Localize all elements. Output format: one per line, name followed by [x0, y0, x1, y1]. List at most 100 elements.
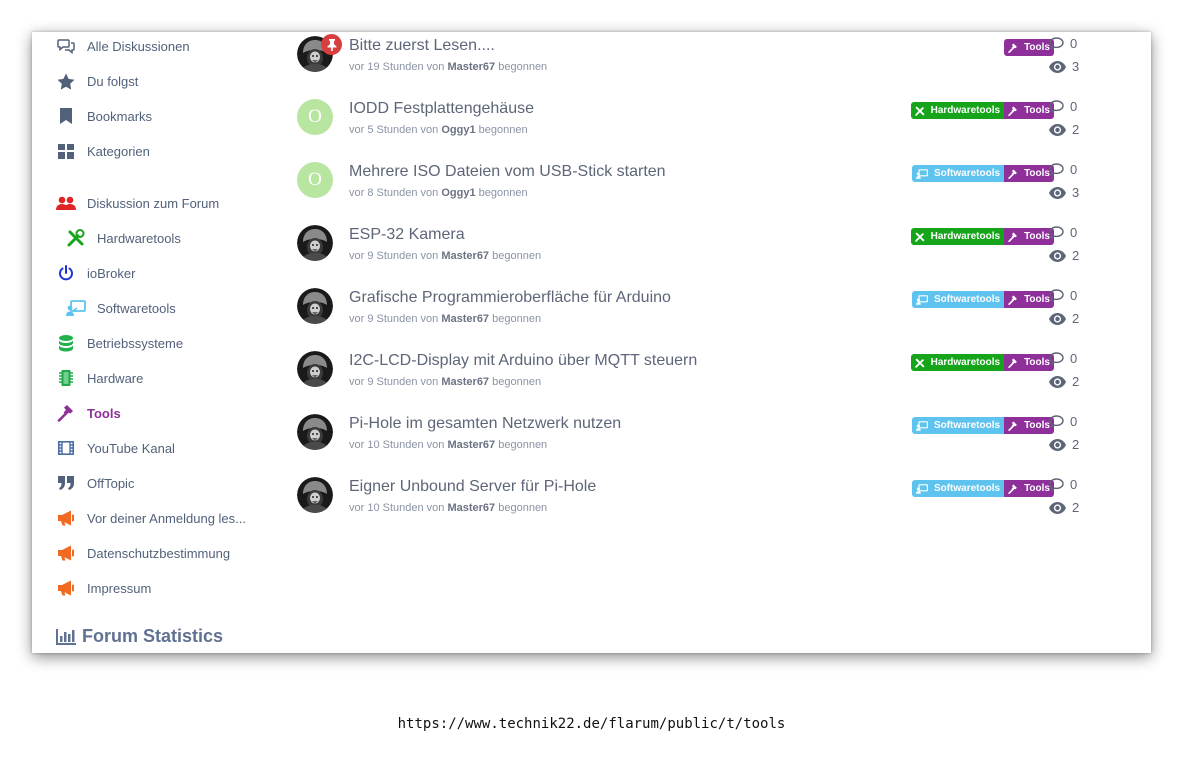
tag-tools[interactable]: Tools — [1004, 291, 1054, 308]
sidebar-item-all-discussions[interactable]: Alle Diskussionen — [56, 34, 190, 58]
discussion-item[interactable]: O Mehrere ISO Dateien vom USB-Stick start… — [297, 160, 1087, 206]
chalkboard-icon — [915, 483, 931, 494]
avatar[interactable] — [297, 351, 333, 387]
hammer-icon — [1008, 106, 1021, 116]
eye-icon — [1049, 501, 1066, 514]
tag-tools[interactable]: Tools — [1004, 228, 1054, 245]
sidebar-item-tools[interactable]: Tools — [56, 401, 121, 425]
avatar[interactable]: O — [297, 162, 333, 198]
pin-icon — [327, 38, 336, 51]
discussion-meta: vor 8 Stunden von Oggy1 begonnen — [349, 187, 528, 199]
tag-tools[interactable]: Tools — [1004, 480, 1054, 497]
author-name[interactable]: Master67 — [441, 313, 489, 325]
chalkboard-icon — [915, 420, 931, 431]
discussion-title[interactable]: Mehrere ISO Dateien vom USB-Stick starte… — [349, 163, 666, 181]
tag-softwaretools[interactable]: Softwaretools — [911, 291, 1005, 308]
avatar[interactable]: O — [297, 99, 333, 135]
discussion-title[interactable]: Eigner Unbound Server für Pi-Hole — [349, 478, 596, 496]
discussion-item[interactable]: O IODD Festplattengehäuse vor 5 Stunden vo… — [297, 97, 1087, 143]
tag-hardwaretools[interactable]: Hardwaretools — [910, 102, 1005, 119]
hammer-icon — [1008, 358, 1021, 368]
sidebar-item-softwaretools[interactable]: Softwaretools — [66, 296, 176, 320]
reply-count: 0 — [1049, 162, 1077, 177]
sidebar-item-privacy[interactable]: Datenschutzbestimmung — [56, 541, 230, 565]
comment-icon — [1049, 163, 1064, 176]
grid-icon — [56, 141, 76, 161]
sidebar-item-hardware[interactable]: Hardware — [56, 366, 143, 390]
eye-icon — [1049, 60, 1066, 73]
discussion-meta: vor 9 Stunden von Master67 begonnen — [349, 376, 542, 388]
sidebar-item-youtube[interactable]: YouTube Kanal — [56, 436, 175, 460]
tag-tools[interactable]: Tools — [1004, 354, 1054, 371]
comments-icon — [56, 36, 76, 56]
discussion-item[interactable]: ESP-32 Kamera vor 9 Stunden von Master67 … — [297, 223, 1087, 269]
sidebar-item-label: Tools — [87, 405, 121, 421]
chalkboard-icon — [66, 298, 86, 318]
sidebar-item-label: Du folgst — [87, 73, 139, 89]
tag-softwaretools[interactable]: Softwaretools — [911, 417, 1005, 434]
tag-list: Softwaretools Tools — [911, 291, 1054, 308]
discussion-title[interactable]: I2C-LCD-Display mit Arduino über MQTT st… — [349, 352, 697, 370]
sidebar-item-hardwaretools[interactable]: Hardwaretools — [66, 226, 181, 250]
tag-softwaretools[interactable]: Softwaretools — [911, 165, 1005, 182]
tools-icon — [914, 232, 928, 242]
tag-list: Softwaretools Tools — [911, 165, 1054, 182]
sidebar-item-categories[interactable]: Kategorien — [56, 139, 150, 163]
megaphone-icon — [56, 543, 76, 563]
sidebar-item-imprint[interactable]: Impressum — [56, 576, 151, 600]
author-name[interactable]: Master67 — [441, 250, 489, 262]
sidebar-item-offtopic[interactable]: OffTopic — [56, 471, 134, 495]
author-name[interactable]: Master67 — [447, 502, 495, 514]
tag-tools[interactable]: Tools — [1004, 102, 1054, 119]
avatar[interactable] — [297, 477, 333, 513]
discussion-item[interactable]: Grafische Programmieroberfläche für Ardu… — [297, 286, 1087, 332]
sidebar-item-label: Bookmarks — [87, 108, 153, 124]
author-name[interactable]: Master67 — [447, 61, 495, 73]
tag-softwaretools[interactable]: Softwaretools — [911, 480, 1005, 497]
comment-icon — [1049, 226, 1064, 239]
reply-count: 0 — [1049, 225, 1077, 240]
avatar[interactable] — [297, 414, 333, 450]
discussion-title[interactable]: Grafische Programmieroberfläche für Ardu… — [349, 289, 671, 307]
tag-tools[interactable]: Tools — [1004, 165, 1054, 182]
comment-icon — [1049, 100, 1064, 113]
discussion-item[interactable]: Pi-Hole im gesamten Netzwerk nutzen vor 1… — [297, 412, 1087, 458]
forum-statistics-heading: Forum Statistics — [56, 626, 223, 647]
sidebar-item-forum-discussion[interactable]: Diskussion zum Forum — [56, 191, 219, 215]
tag-tools[interactable]: Tools — [1004, 417, 1054, 434]
sidebar-item-label: Alle Diskussionen — [87, 38, 190, 54]
reply-count: 0 — [1049, 99, 1077, 114]
author-name[interactable]: Oggy1 — [441, 124, 475, 136]
tag-list: Tools — [1004, 39, 1054, 56]
reply-count: 0 — [1049, 36, 1077, 51]
tag-hardwaretools[interactable]: Hardwaretools — [910, 354, 1005, 371]
view-count: 2 — [1049, 500, 1079, 515]
author-name[interactable]: Master67 — [441, 376, 489, 388]
sidebar-item-label: Vor deiner Anmeldung les... — [87, 510, 246, 526]
pinned-badge — [321, 34, 342, 55]
hammer-icon — [1008, 43, 1021, 53]
page-url: https://www.technik22.de/flarum/public/t… — [397, 716, 786, 732]
discussion-title[interactable]: Pi-Hole im gesamten Netzwerk nutzen — [349, 415, 621, 433]
tag-hardwaretools[interactable]: Hardwaretools — [910, 228, 1005, 245]
discussion-item[interactable]: I2C-LCD-Display mit Arduino über MQTT st… — [297, 349, 1087, 395]
discussion-title[interactable]: Bitte zuerst Lesen.... — [349, 37, 495, 55]
discussion-title[interactable]: IODD Festplattengehäuse — [349, 100, 534, 118]
sidebar-item-before-login[interactable]: Vor deiner Anmeldung les... — [56, 506, 246, 530]
comment-icon — [1049, 352, 1064, 365]
discussion-title[interactable]: ESP-32 Kamera — [349, 226, 465, 244]
author-name[interactable]: Oggy1 — [441, 187, 475, 199]
sidebar-item-betriebssysteme[interactable]: Betriebssysteme — [56, 331, 183, 355]
discussion-item[interactable]: Eigner Unbound Server für Pi-Hole vor 10 … — [297, 475, 1087, 521]
avatar[interactable] — [297, 225, 333, 261]
sidebar-item-bookmarks[interactable]: Bookmarks — [56, 104, 152, 128]
sidebar-item-following[interactable]: Du folgst — [56, 69, 138, 93]
sidebar-item-iobroker[interactable]: ioBroker — [56, 261, 135, 285]
chip-icon — [56, 368, 76, 388]
avatar[interactable] — [297, 288, 333, 324]
tag-tools[interactable]: Tools — [1004, 39, 1054, 56]
forum-statistics-title: Forum Statistics — [82, 626, 224, 646]
author-name[interactable]: Master67 — [447, 439, 495, 451]
discussion-item[interactable]: Bitte zuerst Lesen.... vor 19 Stunden von… — [297, 34, 1087, 80]
eye-icon — [1049, 249, 1066, 262]
